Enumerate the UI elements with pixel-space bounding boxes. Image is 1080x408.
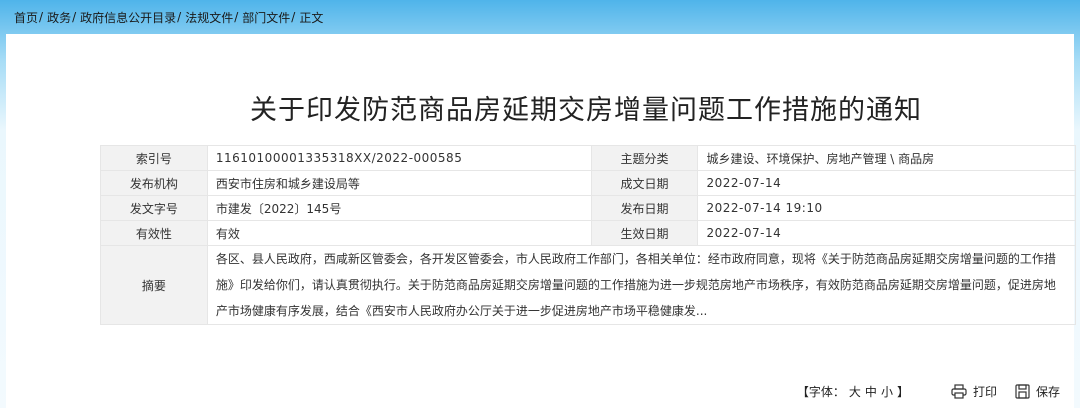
effective-date-label: 生效日期 (590, 220, 699, 246)
breadcrumb-department-docs[interactable]: 部门文件 (242, 9, 290, 26)
article-toolbar: 【字体： 大 中 小 】 打印 保存 (795, 381, 1060, 401)
validity-label: 有效性 (100, 220, 208, 246)
breadcrumb: 首页 / 政务 / 政府信息公开目录 / 法规文件 / 部门文件 / 正文 (14, 8, 323, 26)
published-date-value: 2022-07-14 19:10 (697, 195, 1076, 221)
table-row: 发文字号 市建发〔2022〕145号 发布日期 2022-07-14 19:10 (100, 195, 1076, 221)
doc-number-value: 市建发〔2022〕145号 (206, 195, 592, 221)
summary-label: 摘要 (100, 245, 208, 325)
breadcrumb-separator: / (234, 10, 239, 24)
breadcrumb-current: 正文 (299, 10, 324, 25)
font-size-prefix: 【字体： (796, 384, 845, 399)
table-row: 索引号 11610100001335318XX/2022-000585 主题分类… (100, 145, 1076, 171)
issuer-value: 西安市住房和城乡建设局等 (206, 170, 592, 196)
page-title: 关于印发防范商品房延期交房增量问题工作措施的通知 (250, 95, 922, 126)
breadcrumb-separator: / (72, 10, 77, 24)
table-row: 摘要 各区、县人民政府，西咸新区管委会，各开发区管委会，市人民政府工作部门，各相… (100, 245, 1077, 325)
breadcrumb-separator: / (39, 10, 44, 24)
effective-date-value: 2022-07-14 (697, 220, 1076, 246)
breadcrumb-separator: / (177, 10, 182, 24)
font-size-medium-button[interactable]: 中 (865, 383, 877, 400)
save-icon (1015, 383, 1030, 399)
topic-value: 城乡建设、环境保护、房地产管理 \ 商品房 (697, 145, 1076, 171)
issuer-label: 发布机构 (100, 170, 208, 196)
breadcrumb-home[interactable]: 首页 (14, 9, 38, 26)
font-size-control: 【字体： 大 中 小 】 (795, 383, 911, 400)
save-label: 保存 (1035, 384, 1060, 399)
breadcrumb-regulations[interactable]: 法规文件 (185, 9, 233, 26)
breadcrumb-separator: / (291, 10, 296, 24)
topic-label: 主题分类 (590, 145, 699, 171)
font-size-small-button[interactable]: 小 (881, 383, 893, 400)
breadcrumb-disclosure-catalog[interactable]: 政府信息公开目录 (80, 9, 176, 26)
index-label: 索引号 (100, 145, 208, 171)
table-row: 发布机构 西安市住房和城乡建设局等 成文日期 2022-07-14 (100, 170, 1076, 196)
font-size-large-button[interactable]: 大 (849, 383, 861, 400)
validity-value: 有效 (206, 220, 592, 246)
breadcrumb-affairs[interactable]: 政务 (47, 9, 71, 26)
print-button[interactable]: 打印 (951, 383, 997, 400)
created-date-label: 成文日期 (590, 170, 699, 196)
summary-value: 各区、县人民政府，西咸新区管委会，各开发区管委会，市人民政府工作部门，各相关单位… (206, 245, 1077, 325)
printer-icon (951, 383, 967, 399)
save-button[interactable]: 保存 (1015, 383, 1060, 400)
print-label: 打印 (972, 384, 997, 399)
created-date-value: 2022-07-14 (697, 170, 1076, 196)
doc-number-label: 发文字号 (100, 195, 208, 221)
index-value: 11610100001335318XX/2022-000585 (206, 145, 592, 171)
table-row: 有效性 有效 生效日期 2022-07-14 (100, 220, 1076, 246)
document-meta-table: 索引号 11610100001335318XX/2022-000585 主题分类… (100, 145, 1077, 325)
font-size-suffix: 】 (896, 384, 909, 399)
published-date-label: 发布日期 (590, 195, 699, 221)
